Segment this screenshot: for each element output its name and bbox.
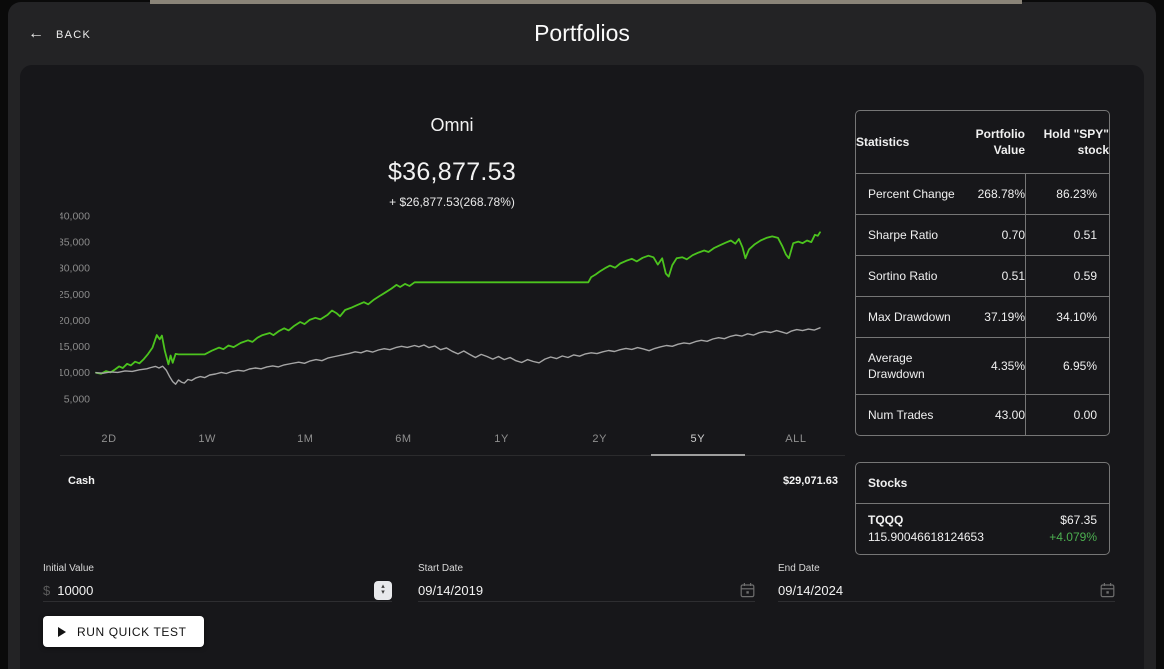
app-frame: ← BACK Portfolios Omni $36,877.53 + $26,… xyxy=(8,2,1156,669)
stats-cell: 34.10% xyxy=(1025,297,1109,337)
y-axis-tick-label: 10,000 xyxy=(60,367,90,379)
stocks-panel: Stocks TQQQ 115.90046618124653 $67.35 +4… xyxy=(855,462,1110,555)
window-drag-strip xyxy=(150,0,1022,4)
stats-cell: 37.19% xyxy=(956,297,1025,337)
end-date-label: End Date xyxy=(778,563,1115,574)
holding-left: TQQQ 115.90046618124653 xyxy=(868,513,984,544)
y-axis-tick-label: 30,000 xyxy=(60,263,90,275)
holding-change: +4.079% xyxy=(1049,530,1097,544)
holding-price: $67.35 xyxy=(1049,513,1097,527)
stats-header-hold-spy: Hold "SPY" stock xyxy=(1025,111,1109,173)
stats-row-sortino-ratio: Sortino Ratio0.510.59 xyxy=(856,255,1109,296)
stats-cell: 6.95% xyxy=(1025,338,1109,394)
cash-row: Cash $29,071.63 xyxy=(68,475,838,487)
stats-cell: 0.51 xyxy=(1025,215,1109,255)
end-date-input[interactable] xyxy=(778,583,1100,598)
range-tab-all[interactable]: ALL xyxy=(747,423,845,455)
stats-cell: Max Drawdown xyxy=(856,297,956,337)
calendar-icon[interactable] xyxy=(740,582,755,598)
range-tab-2d[interactable]: 2D xyxy=(60,423,158,455)
y-axis-tick-label: 25,000 xyxy=(60,289,90,301)
run-quick-test-label: RUN QUICK TEST xyxy=(77,625,187,639)
portfolio-card: Omni $36,877.53 + $26,877.53(268.78%) 40… xyxy=(20,65,1144,669)
end-date-field: End Date xyxy=(778,563,1115,602)
stats-cell: Sharpe Ratio xyxy=(856,215,956,255)
stats-cell: 86.23% xyxy=(1025,174,1109,214)
holding-right: $67.35 +4.079% xyxy=(1049,513,1097,544)
y-axis-tick-label: 5,000 xyxy=(64,393,90,405)
stats-cell: 0.51 xyxy=(956,256,1025,296)
y-axis-tick-label: 15,000 xyxy=(60,341,90,353)
start-date-field: Start Date xyxy=(418,563,755,602)
range-tab-5y[interactable]: 5Y xyxy=(649,423,747,455)
stats-row-max-drawdown: Max Drawdown37.19%34.10% xyxy=(856,296,1109,337)
run-quick-test-button[interactable]: RUN QUICK TEST xyxy=(43,616,204,647)
stats-row-percent-change: Percent Change268.78%86.23% xyxy=(856,173,1109,214)
y-axis-tick-label: 20,000 xyxy=(60,315,90,327)
start-date-label: Start Date xyxy=(418,563,755,574)
stats-cell: 43.00 xyxy=(956,395,1025,435)
holding-symbol: TQQQ xyxy=(868,513,984,527)
portfolio-name: Omni xyxy=(40,115,864,136)
statistics-table-header: Statistics Portfolio Value Hold "SPY" st… xyxy=(856,111,1109,173)
stats-row-average-drawdown: Average Drawdown4.35%6.95% xyxy=(856,337,1109,394)
page-title: Portfolios xyxy=(8,20,1156,47)
stats-cell: Sortino Ratio xyxy=(856,256,956,296)
stats-row-sharpe-ratio: Sharpe Ratio0.700.51 xyxy=(856,214,1109,255)
stats-cell: 0.00 xyxy=(1025,395,1109,435)
cash-label: Cash xyxy=(68,475,95,487)
holding-row-tqqq[interactable]: TQQQ 115.90046618124653 $67.35 +4.079% xyxy=(856,504,1109,554)
cash-value: $29,071.63 xyxy=(783,475,838,487)
stats-cell: 0.70 xyxy=(956,215,1025,255)
spy-line xyxy=(96,328,820,384)
stats-cell: Average Drawdown xyxy=(856,338,956,394)
number-stepper[interactable]: ▴ ▾ xyxy=(374,581,392,600)
holding-shares: 115.90046618124653 xyxy=(868,530,984,544)
stocks-panel-title: Stocks xyxy=(856,463,1109,504)
stats-cell: 0.59 xyxy=(1025,256,1109,296)
dollar-prefix: $ xyxy=(43,583,50,598)
performance-chart[interactable]: 40,000 35,000 30,000 25,000 20,000 15,000 10,0… xyxy=(60,205,825,425)
stats-cell: Percent Change xyxy=(856,174,956,214)
stepper-down-icon[interactable]: ▾ xyxy=(381,590,385,596)
statistics-table: Statistics Portfolio Value Hold "SPY" st… xyxy=(855,110,1110,436)
initial-value-label: Initial Value xyxy=(43,563,392,574)
start-date-input[interactable] xyxy=(418,583,740,598)
stats-table-body: Percent Change268.78%86.23%Sharpe Ratio0… xyxy=(856,173,1109,435)
portfolio-current-value: $36,877.53 xyxy=(40,158,864,187)
stats-cell: 4.35% xyxy=(956,346,1025,386)
range-tab-1w[interactable]: 1W xyxy=(158,423,256,455)
range-tab-1m[interactable]: 1M xyxy=(256,423,354,455)
stats-header-portfolio-value: Portfolio Value xyxy=(956,111,1025,173)
stats-cell: Num Trades xyxy=(856,395,956,435)
range-tab-6m[interactable]: 6M xyxy=(354,423,452,455)
initial-value-input[interactable] xyxy=(57,583,374,598)
y-axis-tick-label: 40,000 xyxy=(60,211,90,223)
range-tab-1y[interactable]: 1Y xyxy=(453,423,551,455)
range-tabs: 2D1W1M6M1Y2Y5YALL xyxy=(60,423,845,456)
range-tab-2y[interactable]: 2Y xyxy=(551,423,649,455)
stats-cell: 268.78% xyxy=(956,174,1025,214)
portfolio-summary: Omni $36,877.53 + $26,877.53(268.78%) xyxy=(40,115,864,209)
initial-value-field: Initial Value $ ▴ ▾ xyxy=(43,563,392,602)
play-icon xyxy=(58,627,66,637)
y-axis-tick-label: 35,000 xyxy=(60,237,90,249)
calendar-icon[interactable] xyxy=(1100,582,1115,598)
stats-row-num-trades: Num Trades43.000.00 xyxy=(856,394,1109,435)
stats-header-statistics: Statistics xyxy=(856,119,956,165)
portfolio-line xyxy=(96,232,820,373)
